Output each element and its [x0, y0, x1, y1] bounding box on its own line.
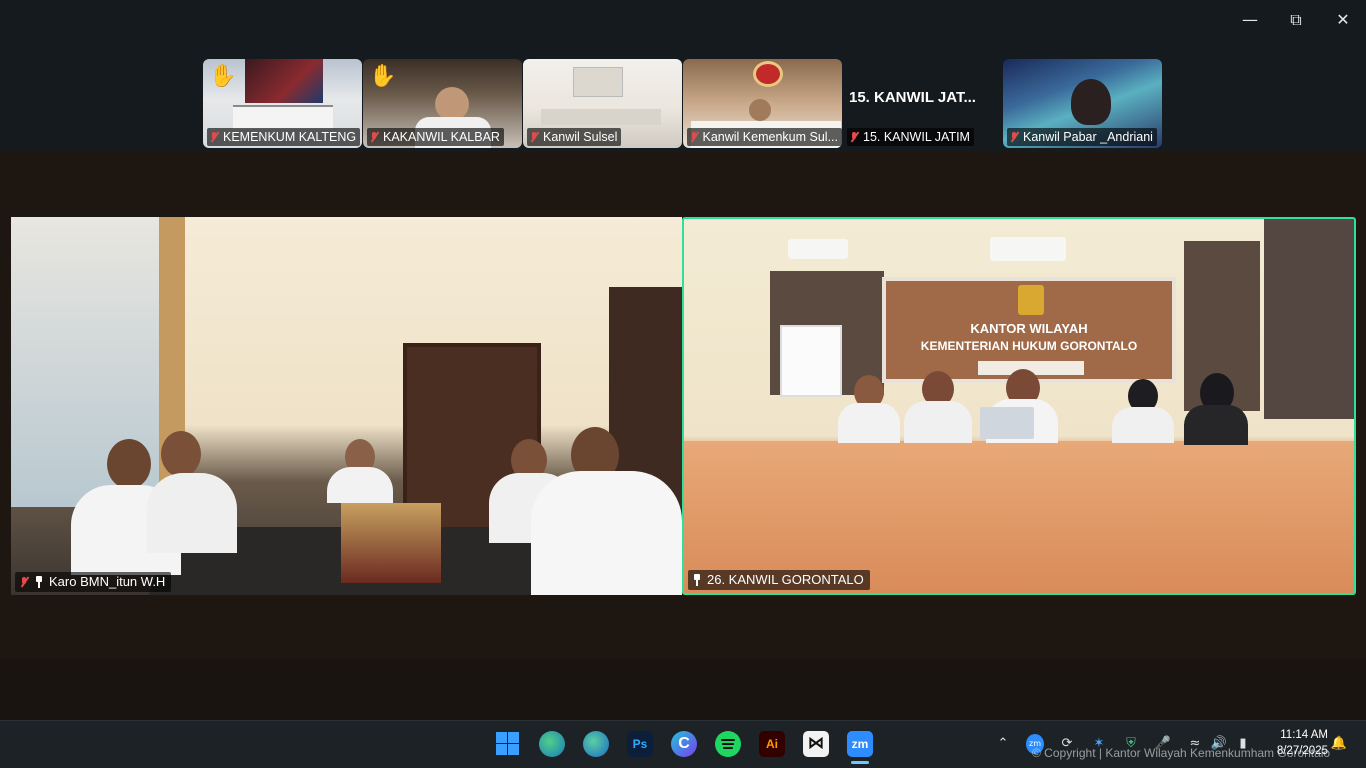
participant-uniform: [1112, 407, 1174, 443]
air-conditioner: [990, 237, 1066, 261]
participant-uniform: [1184, 405, 1248, 445]
restore-icon[interactable]: ⧉: [1284, 8, 1308, 32]
canva-icon[interactable]: C: [671, 731, 697, 757]
pin-icon: [34, 576, 44, 588]
emblem-logo: [753, 61, 783, 87]
participant-name-tag: Karo BMN_itun W.H: [15, 572, 172, 592]
participant-name-tag: KAKANWIL KALBAR: [367, 128, 504, 146]
participant-silhouette: [1071, 79, 1111, 125]
participant-name-tag: 15. KANWIL JATIM: [847, 128, 974, 146]
video-tile-active-speaker[interactable]: KANTOR WILAYAH KEMENTERIAN HUKUM GORONTA…: [682, 217, 1356, 595]
mic-muted-icon: [689, 131, 699, 143]
participant-uniform: [904, 401, 972, 443]
participant-face: [435, 87, 469, 121]
mic-muted-icon: [849, 131, 859, 143]
spotify-icon[interactable]: [715, 731, 741, 757]
mic-muted-icon: [369, 131, 379, 143]
participant-thumb[interactable]: ✋ KAKANWIL KALBAR: [363, 59, 522, 148]
active-app-indicator: [851, 761, 869, 764]
minimize-icon[interactable]: —: [1238, 8, 1262, 32]
participant-name-tag: Kanwil Kemenkum Sul...: [687, 128, 842, 146]
whiteboard: [780, 325, 842, 397]
participant-face: [749, 99, 771, 121]
participant-uniform: [838, 403, 900, 443]
participant-name-tag: Kanwil Pabar _Andriani: [1007, 128, 1157, 146]
participant: [161, 431, 201, 477]
notification-icon[interactable]: 🔔: [1330, 734, 1348, 754]
participant-uniform: [327, 467, 393, 503]
chevron-up-icon[interactable]: ⌃: [994, 734, 1012, 754]
meeting-table: [541, 109, 661, 125]
participant-name-tag: KEMENKUM KALTENG: [207, 128, 361, 146]
participant-thumb[interactable]: Kanwil Pabar _Andriani: [1003, 59, 1162, 148]
participant-thumb[interactable]: ✋ KEMENKUM KALTENG: [203, 59, 362, 148]
video-tile[interactable]: Karo BMN_itun W.H: [11, 217, 682, 595]
capcut-icon[interactable]: ⋈: [803, 731, 829, 757]
clock-time: 11:14 AM: [1280, 729, 1328, 741]
air-conditioner: [788, 239, 848, 259]
participant-thumb[interactable]: Kanwil Kemenkum Sul...: [683, 59, 842, 148]
participant: [107, 439, 151, 489]
pin-icon: [692, 574, 702, 586]
participant-uniform: [531, 471, 682, 595]
participant-thumb[interactable]: Kanwil Sulsel: [523, 59, 682, 148]
background-banner: [245, 59, 323, 103]
mic-muted-icon: [19, 576, 29, 588]
windows-start-icon[interactable]: [495, 731, 521, 757]
raised-hand-icon: ✋: [369, 63, 397, 88]
close-icon[interactable]: ✕: [1331, 8, 1355, 32]
participant-thumb[interactable]: 15. KANWIL JAT... 15. KANWIL JATIM: [843, 59, 1002, 148]
office-sign: KANTOR WILAYAH KEMENTERIAN HUKUM GORONTA…: [882, 277, 1176, 383]
raised-hand-icon: ✋: [209, 63, 237, 88]
participant-name-tag: Kanwil Sulsel: [527, 128, 622, 146]
mic-muted-icon: [1009, 131, 1019, 143]
ministry-emblem: [1018, 285, 1044, 315]
window-titlebar: — ⧉ ✕: [0, 0, 1366, 40]
participant-uniform: [147, 473, 237, 553]
edge-icon[interactable]: [583, 731, 609, 757]
video-off-name: 15. KANWIL JAT...: [849, 89, 976, 106]
mic-muted-icon: [209, 131, 219, 143]
sign-line-2: KEMENTERIAN HUKUM GORONTALO: [920, 339, 1138, 353]
participant-name-tag: 26. KANWIL GORONTALO: [688, 570, 870, 590]
zoom-icon[interactable]: zm: [847, 731, 873, 757]
edge-beta-icon[interactable]: [539, 731, 565, 757]
sign-line-1: KANTOR WILAYAH: [970, 321, 1088, 336]
window-blind: [1264, 219, 1354, 419]
laptop: [980, 407, 1034, 439]
meeting-table: [233, 105, 333, 129]
photoshop-icon[interactable]: Ps: [627, 731, 653, 757]
wall-sign: [573, 67, 623, 97]
illustrator-icon[interactable]: Ai: [759, 731, 785, 757]
copyright-watermark: © Copyright | Kantor Wilayah Kemenkumham…: [1032, 746, 1331, 760]
snack-display: [341, 503, 441, 583]
mic-muted-icon: [529, 131, 539, 143]
